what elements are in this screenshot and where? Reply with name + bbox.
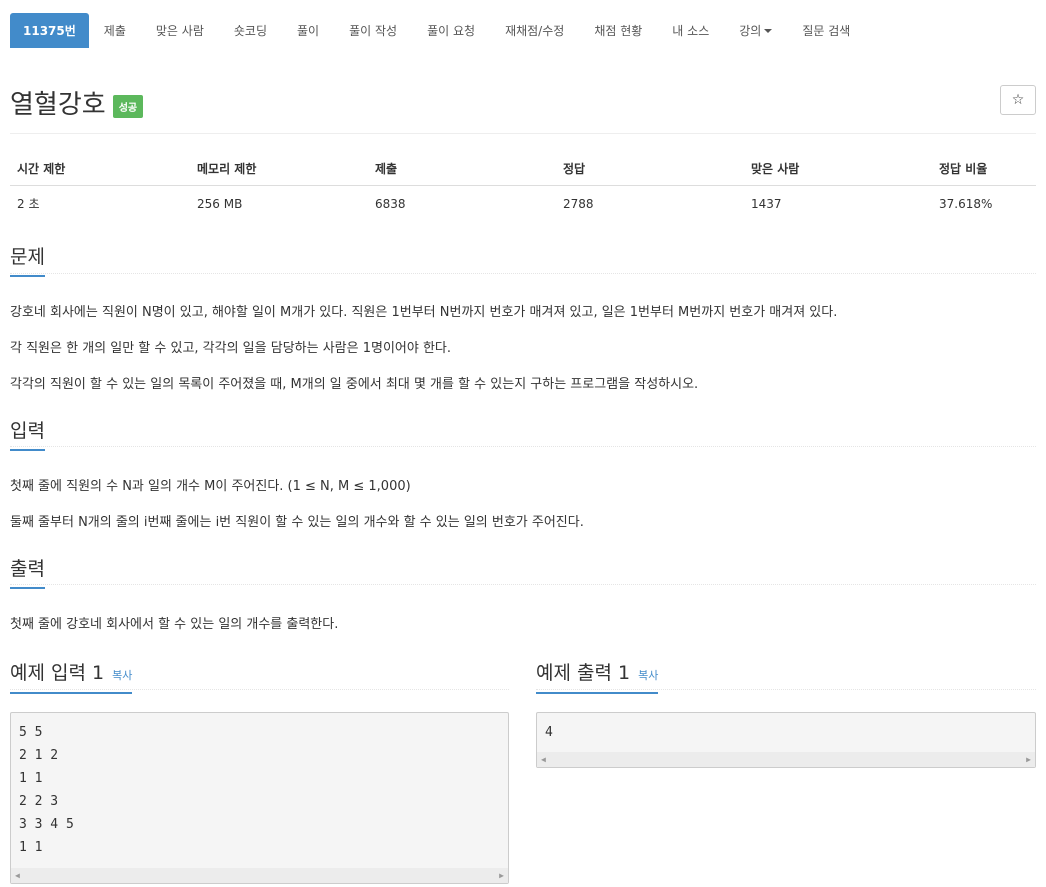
sample-input-line: 2 1 2 — [19, 748, 59, 763]
sample-input-line: 3 3 4 5 — [19, 817, 74, 832]
copy-sample-output-button[interactable]: 복사 — [638, 667, 658, 683]
info-value-row: 2 초 256 MB 6838 2788 1437 37.618% — [10, 186, 1036, 222]
page-title: 열혈강호 — [10, 90, 106, 120]
memory-limit-value: 256 MB — [197, 196, 243, 211]
scroll-right-icon[interactable]: ▶ — [499, 871, 504, 880]
input-paragraph: 둘째 줄부터 N개의 줄의 i번째 줄에는 i번 직원이 할 수 있는 일의 개… — [10, 515, 584, 530]
info-header: 정답 비율 — [932, 153, 1036, 186]
sample-input-line: 2 2 3 — [19, 794, 59, 809]
sample-input-line: 1 1 — [19, 840, 43, 855]
section-divider — [10, 584, 1036, 585]
accepted-ratio-value: 37.618% — [939, 196, 993, 211]
nav-tab-my-source[interactable]: 내 소스 — [657, 13, 724, 48]
sample-output-line: 4 — [545, 725, 553, 740]
scroll-left-icon[interactable]: ◀ — [15, 871, 20, 880]
horizontal-scrollbar[interactable]: ◀ ▶ — [11, 868, 508, 883]
problem-description-heading: 문제 — [10, 242, 45, 277]
nav-tab-status[interactable]: 채점 현황 — [579, 13, 657, 48]
caret-down-icon — [764, 28, 773, 33]
accepted-value: 2788 — [563, 196, 594, 211]
info-header: 제출 — [368, 153, 556, 186]
sample-input-title: 예제 입력 1 — [10, 662, 105, 684]
nav-tab-accepted-users[interactable]: 맞은 사람 — [141, 13, 219, 48]
nav-tab-problem[interactable]: 11375번 — [10, 13, 89, 48]
sample-output-box[interactable]: 4 ◀ ▶ — [536, 712, 1036, 768]
problem-paragraph: 강호네 회사에는 직원이 N명이 있고, 해야할 일이 M개가 있다. 직원은 … — [10, 305, 838, 320]
nav-tab-lectures[interactable]: 강의 — [724, 13, 787, 48]
info-header: 메모리 제한 — [190, 153, 368, 186]
problem-paragraph: 각각의 직원이 할 수 있는 일의 목록이 주어졌을 때, M개의 일 중에서 … — [10, 377, 699, 392]
problem-nav: 11375번 제출 맞은 사람 숏코딩 풀이 풀이 작성 풀이 요청 재채점/수… — [10, 13, 865, 48]
sample-input-line: 5 5 — [19, 725, 43, 740]
sample-input-line: 1 1 — [19, 771, 43, 786]
info-header: 정답 — [556, 153, 744, 186]
problem-paragraph: 각 직원은 한 개의 일만 할 수 있고, 각각의 일을 담당하는 사람은 1명… — [10, 341, 452, 356]
time-limit-value: 2 초 — [17, 197, 40, 211]
nav-tab-submit[interactable]: 제출 — [89, 13, 141, 48]
sample-input-box[interactable]: 5 5 2 1 2 1 1 2 2 3 3 3 4 5 1 1 ◀ ▶ — [10, 712, 509, 884]
section-divider — [10, 689, 509, 690]
nav-tab-rejudge[interactable]: 재채점/수정 — [490, 13, 579, 48]
nav-tab-short-coding[interactable]: 숏코딩 — [219, 13, 282, 48]
horizontal-scrollbar[interactable]: ◀ ▶ — [537, 752, 1035, 767]
scroll-right-icon[interactable]: ▶ — [1026, 755, 1031, 764]
scroll-left-icon[interactable]: ◀ — [541, 755, 546, 764]
nav-tab-solutions[interactable]: 풀이 — [282, 13, 334, 48]
nav-lectures-label: 강의 — [739, 24, 762, 38]
nav-tab-write-solution[interactable]: 풀이 작성 — [334, 13, 412, 48]
star-outline-icon: ☆ — [1011, 92, 1025, 108]
title-divider — [10, 133, 1036, 134]
info-header-row: 시간 제한 메모리 제한 제출 정답 맞은 사람 정답 비율 — [10, 153, 1036, 186]
problem-info-table: 시간 제한 메모리 제한 제출 정답 맞은 사람 정답 비율 2 초 256 M… — [10, 153, 1036, 221]
info-header: 시간 제한 — [10, 153, 190, 186]
section-divider — [10, 273, 1036, 274]
copy-sample-input-button[interactable]: 복사 — [112, 667, 132, 683]
output-paragraph: 첫째 줄에 강호네 회사에서 할 수 있는 일의 개수를 출력한다. — [10, 617, 339, 632]
status-badge: 성공 — [112, 95, 144, 118]
problem-title-row: 열혈강호 성공 — [10, 84, 144, 121]
accepted-users-value: 1437 — [751, 196, 782, 211]
submissions-value: 6838 — [375, 196, 406, 211]
section-divider — [536, 689, 1036, 690]
favorite-button[interactable]: ☆ — [1000, 85, 1036, 115]
sample-output-title: 예제 출력 1 — [536, 662, 631, 684]
nav-tab-request-solution[interactable]: 풀이 요청 — [412, 13, 490, 48]
section-divider — [10, 446, 1036, 447]
info-header: 맞은 사람 — [744, 153, 932, 186]
input-paragraph: 첫째 줄에 직원의 수 N과 일의 개수 M이 주어진다. (1 ≤ N, M … — [10, 479, 411, 494]
nav-tab-question-search[interactable]: 질문 검색 — [787, 13, 865, 48]
